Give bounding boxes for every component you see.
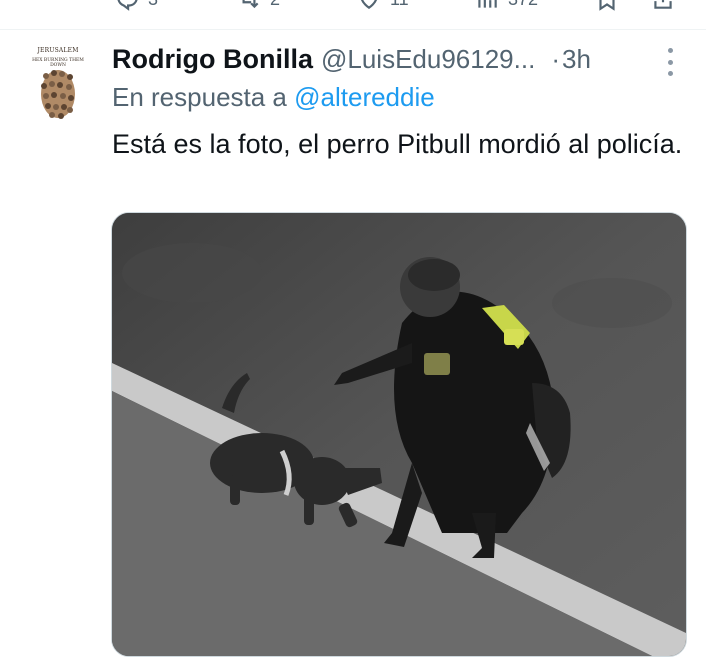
reply-mention-link[interactable]: @altereddie	[294, 82, 435, 112]
tweet-text: Está es la foto, el perro Pitbull mordió…	[112, 129, 683, 159]
tweet-time[interactable]: 3h	[562, 44, 591, 75]
reply-icon	[117, 0, 138, 11]
tweet-header: Rodrigo Bonilla @LuisEdu96129... · 3h	[112, 40, 692, 78]
separator-dot: ·	[551, 43, 560, 74]
reply-action[interactable]: 3	[114, 0, 158, 12]
retweet-action[interactable]: 2	[236, 0, 280, 12]
avatar[interactable]: JERUSALEM HEX BURNING THEM DOWN	[26, 44, 90, 122]
views-icon	[478, 0, 497, 8]
share-icon	[654, 0, 672, 9]
like-count: 11	[390, 0, 409, 10]
avatar-image	[41, 70, 75, 119]
tweet-divider	[0, 29, 706, 30]
tweet-media-image[interactable]	[111, 212, 687, 657]
like-action[interactable]: 11	[356, 0, 409, 12]
views-action[interactable]: 372	[474, 0, 538, 12]
bookmark-icon	[599, 0, 615, 11]
reply-count: 3	[148, 0, 158, 10]
bookmark-action[interactable]	[594, 0, 620, 12]
retweet-icon	[242, 0, 259, 9]
retweet-count: 2	[270, 0, 280, 10]
views-count: 372	[508, 0, 538, 10]
previous-tweet-action-bar: 3 2 11 372	[0, 0, 706, 12]
reply-prefix: En respuesta a	[112, 82, 287, 112]
author-name[interactable]: Rodrigo Bonilla	[112, 44, 313, 75]
reply-context: En respuesta a @altereddie	[112, 82, 435, 118]
photo-police-and-dog	[112, 213, 686, 656]
share-action[interactable]	[650, 0, 676, 12]
author-handle[interactable]: @LuisEdu96129...	[321, 44, 535, 75]
like-icon	[360, 0, 378, 9]
more-icon[interactable]	[662, 48, 678, 76]
